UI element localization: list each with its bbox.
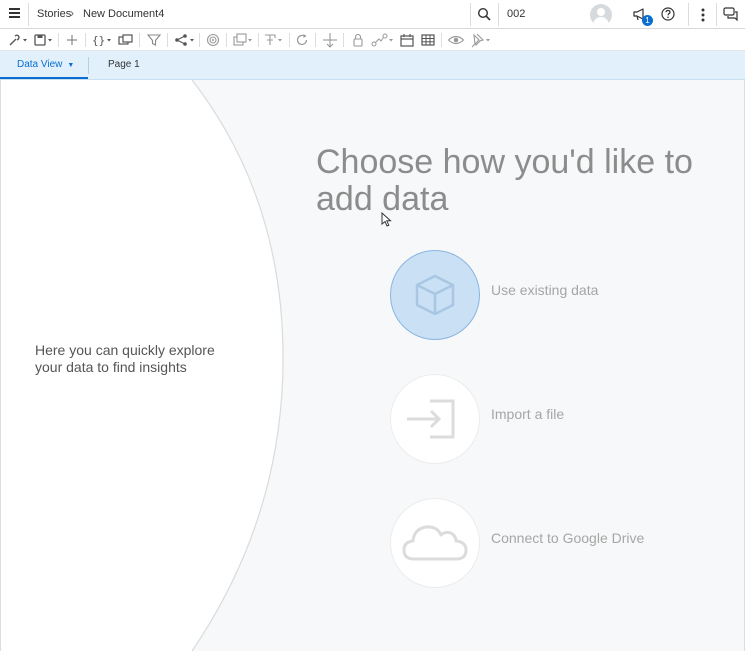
more-vertical-icon[interactable]: [699, 7, 707, 23]
wrench-dropdown-icon[interactable]: [7, 32, 29, 48]
tab-page-1[interactable]: Page 1: [108, 51, 140, 79]
avatar[interactable]: [590, 4, 612, 26]
save-dropdown-icon[interactable]: [33, 32, 55, 48]
chat-icon[interactable]: [723, 7, 739, 21]
toolbar-divider: [58, 33, 59, 47]
header-divider: [28, 3, 29, 26]
filter-icon[interactable]: [146, 32, 162, 48]
connect-google-drive-label[interactable]: Connect to Google Drive: [491, 530, 644, 546]
toolbar-divider: [85, 33, 86, 47]
caret-down-icon[interactable]: ▼: [67, 62, 74, 69]
svg-text:{}: {}: [92, 34, 105, 47]
import-file-label[interactable]: Import a file: [491, 406, 564, 422]
table-icon[interactable]: [420, 32, 436, 48]
toolbar-divider: [226, 33, 227, 47]
search-icon[interactable]: [477, 7, 491, 21]
page-tabs: Data View ▼ Page 1: [0, 51, 745, 80]
document-title: New Document4: [83, 8, 165, 20]
add-icon[interactable]: [64, 32, 80, 48]
format-dropdown-icon[interactable]: [263, 32, 285, 48]
header-divider: [688, 3, 689, 26]
add-data-title: Choose how you'd like to add data: [316, 143, 693, 218]
breadcrumb-stories[interactable]: Stories: [37, 8, 71, 20]
connect-google-drive-button[interactable]: [390, 498, 480, 588]
shell-header: Stories › New Document4 002 1: [0, 0, 745, 29]
cloud-icon: [402, 525, 468, 561]
copy-icon[interactable]: [117, 32, 135, 48]
toolbar-divider: [441, 33, 442, 47]
explore-hint-text: Here you can quickly explore your data t…: [35, 342, 215, 375]
data-view-canvas: Here you can quickly explore your data t…: [0, 80, 745, 651]
help-icon[interactable]: [661, 7, 675, 21]
calendar-icon[interactable]: [399, 32, 415, 48]
use-existing-data-button[interactable]: [390, 250, 480, 340]
lock-icon[interactable]: [350, 32, 366, 48]
cube-icon: [415, 274, 455, 316]
header-divider: [470, 3, 471, 26]
toolbar-divider: [167, 33, 168, 47]
notification-badge: 1: [642, 15, 653, 26]
story-toolbar: {}: [0, 29, 745, 51]
move-icon[interactable]: [321, 32, 339, 48]
import-file-button[interactable]: [390, 374, 480, 464]
link-dropdown-icon[interactable]: [371, 32, 395, 48]
tab-label: Page 1: [108, 59, 140, 70]
search-input[interactable]: 002: [507, 8, 525, 20]
use-existing-data-label[interactable]: Use existing data: [491, 282, 598, 298]
tab-label: Data View: [17, 59, 63, 70]
toolbar-divider: [343, 33, 344, 47]
toolbar-divider: [199, 33, 200, 47]
toolbar-divider: [315, 33, 316, 47]
toolbar-divider: [139, 33, 140, 47]
layers-dropdown-icon[interactable]: [232, 32, 254, 48]
mouse-cursor-icon: [381, 212, 392, 227]
target-icon[interactable]: [205, 32, 221, 48]
formula-dropdown-icon[interactable]: {}: [91, 32, 113, 48]
pin-dropdown-icon[interactable]: [469, 32, 493, 48]
toolbar-divider: [258, 33, 259, 47]
tab-data-view[interactable]: Data View ▼: [0, 51, 88, 79]
app-shell: Stories › New Document4 002 1 {} Data Vi…: [0, 0, 745, 651]
import-icon: [407, 399, 455, 439]
tab-divider: [88, 57, 89, 74]
toolbar-divider: [289, 33, 290, 47]
refresh-icon[interactable]: [294, 32, 310, 48]
eye-icon[interactable]: [447, 32, 465, 48]
share-dropdown-icon[interactable]: [174, 32, 196, 48]
menu-icon[interactable]: [9, 8, 20, 18]
header-divider: [716, 3, 717, 26]
header-divider: [498, 3, 499, 26]
breadcrumb-separator: ›: [70, 6, 74, 20]
